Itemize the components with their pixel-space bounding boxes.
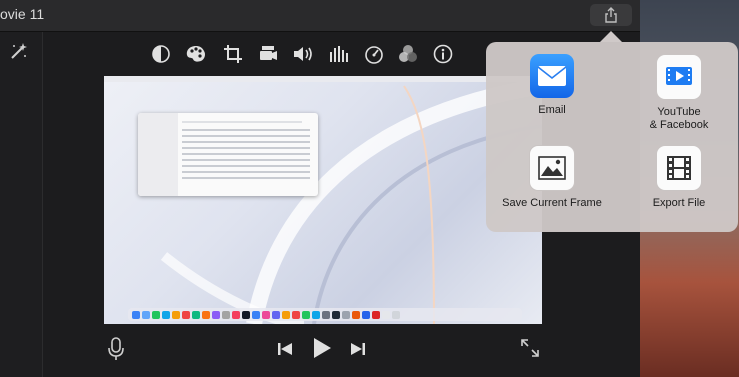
popover-arrow — [600, 31, 622, 42]
email-label: Email — [538, 104, 566, 116]
clip-filter-icon[interactable] — [397, 43, 419, 65]
fullscreen-icon[interactable] — [521, 339, 539, 362]
browser-edge — [0, 32, 43, 377]
export-file-label: Export File — [652, 197, 706, 209]
volume-icon[interactable] — [292, 43, 314, 65]
youtube-facebook-icon — [656, 54, 702, 100]
mac-menu-bar — [104, 76, 542, 82]
info-icon[interactable] — [432, 43, 454, 65]
share-popover: Email YouTube & Facebook Save Current Fr… — [486, 42, 738, 232]
play-icon[interactable] — [312, 337, 332, 364]
share-option-youtube-facebook[interactable]: YouTube & Facebook — [616, 54, 739, 132]
magic-wand-icon[interactable] — [8, 42, 28, 67]
youtube-facebook-label: YouTube & Facebook — [649, 106, 709, 131]
skip-forward-icon[interactable] — [350, 341, 366, 362]
window-title: ovie 11 — [0, 6, 45, 22]
email-icon — [530, 54, 574, 98]
save-frame-label: Save Current Frame — [502, 197, 602, 209]
mac-dock — [128, 308, 522, 321]
speed-icon[interactable] — [363, 43, 385, 65]
color-correction-icon[interactable] — [185, 43, 207, 65]
finder-sidebar — [138, 113, 178, 196]
finder-window — [138, 113, 318, 196]
skip-back-icon[interactable] — [277, 341, 293, 362]
share-option-save-frame[interactable]: Save Current Frame — [489, 145, 615, 210]
stabilization-icon[interactable] — [257, 43, 279, 65]
export-file-icon — [656, 145, 702, 191]
crop-icon[interactable] — [222, 43, 244, 65]
share-option-export-file[interactable]: Export File — [616, 145, 739, 210]
save-frame-icon — [529, 145, 575, 191]
color-balance-icon[interactable] — [150, 43, 172, 65]
video-preview[interactable] — [104, 76, 542, 324]
share-button[interactable] — [590, 4, 632, 26]
share-icon — [605, 7, 617, 23]
title-bar: ovie 11 — [0, 0, 640, 32]
noise-reduction-icon[interactable] — [328, 43, 350, 65]
share-option-email[interactable]: Email — [489, 54, 615, 117]
microphone-icon[interactable] — [107, 337, 125, 366]
